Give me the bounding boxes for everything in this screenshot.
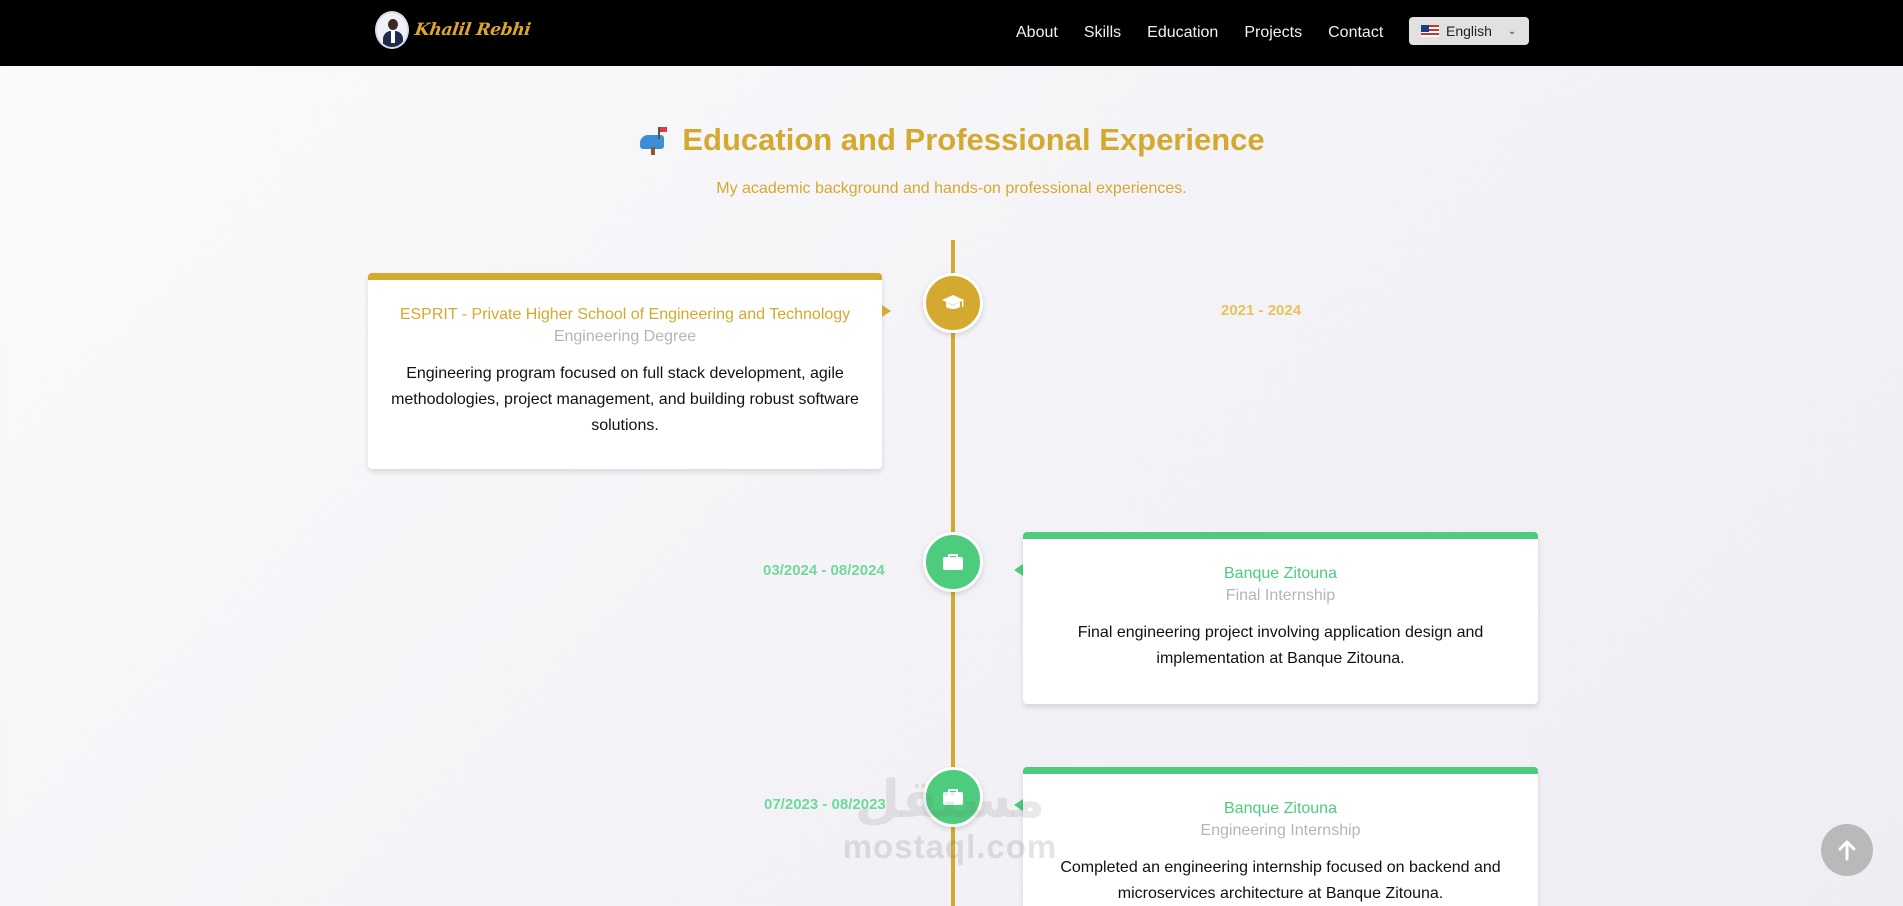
nav-link-contact[interactable]: Contact (1328, 24, 1383, 42)
timeline-node-work (923, 767, 983, 827)
section-title: Education and Professional Experience (682, 122, 1265, 157)
graduation-cap-icon (942, 295, 964, 309)
timeline-node-work (923, 532, 983, 592)
section-subtitle: My academic background and hands-on prof… (716, 180, 1187, 197)
timeline-date: 07/2023 - 08/2023 (764, 796, 886, 813)
card-role: Final Internship (1225, 587, 1336, 604)
briefcase-icon (943, 789, 963, 805)
nav-links: About Skills Education Projects Contact (1016, 0, 1383, 66)
card-organization: ESPRIT - Private Higher School of Engine… (399, 306, 851, 323)
card-organization: Banque Zitouna (1224, 800, 1337, 817)
scroll-to-top-button[interactable] (1821, 824, 1873, 876)
timeline-card-work: Banque Zitouna Final Internship Final en… (1023, 532, 1538, 704)
mailbox-icon (638, 125, 668, 155)
section-header: Education and Professional Experience (0, 122, 1903, 158)
card-description: Final engineering project involving appl… (1077, 624, 1484, 667)
nav-link-skills[interactable]: Skills (1084, 24, 1121, 42)
card-pointer (882, 305, 891, 317)
card-description: Completed an engineering internship focu… (1060, 859, 1501, 902)
card-description: Engineering program focused on full stac… (391, 365, 859, 434)
card-role: Engineering Internship (1200, 822, 1361, 839)
briefcase-icon (943, 554, 963, 570)
nav-link-about[interactable]: About (1016, 24, 1058, 42)
brand-logo[interactable]: Khalil Rebhi (375, 11, 532, 49)
timeline-card-work: Banque Zitouna Engineering Internship Co… (1023, 767, 1538, 906)
avatar (375, 11, 409, 49)
card-role: Engineering Degree (553, 328, 697, 345)
timeline-node-education (923, 273, 983, 333)
timeline-card-education: ESPRIT - Private Higher School of Engine… (368, 273, 882, 469)
navbar: Khalil Rebhi About Skills Education Proj… (0, 0, 1903, 66)
card-organization: Banque Zitouna (1224, 565, 1337, 582)
chevron-down-icon: ⌄ (1507, 25, 1517, 37)
timeline-date: 2021 - 2024 (1221, 302, 1302, 319)
us-flag-icon (1421, 25, 1439, 37)
language-select[interactable]: English ⌄ (1409, 17, 1529, 45)
nav-link-projects[interactable]: Projects (1244, 24, 1302, 42)
card-pointer (1014, 564, 1023, 576)
card-pointer (1014, 799, 1023, 811)
nav-link-education[interactable]: Education (1147, 24, 1218, 42)
brand-name: Khalil Rebhi (413, 20, 532, 40)
arrow-up-icon (1838, 840, 1856, 861)
language-selected: English (1446, 23, 1492, 39)
timeline-date: 03/2024 - 08/2024 (763, 562, 885, 579)
